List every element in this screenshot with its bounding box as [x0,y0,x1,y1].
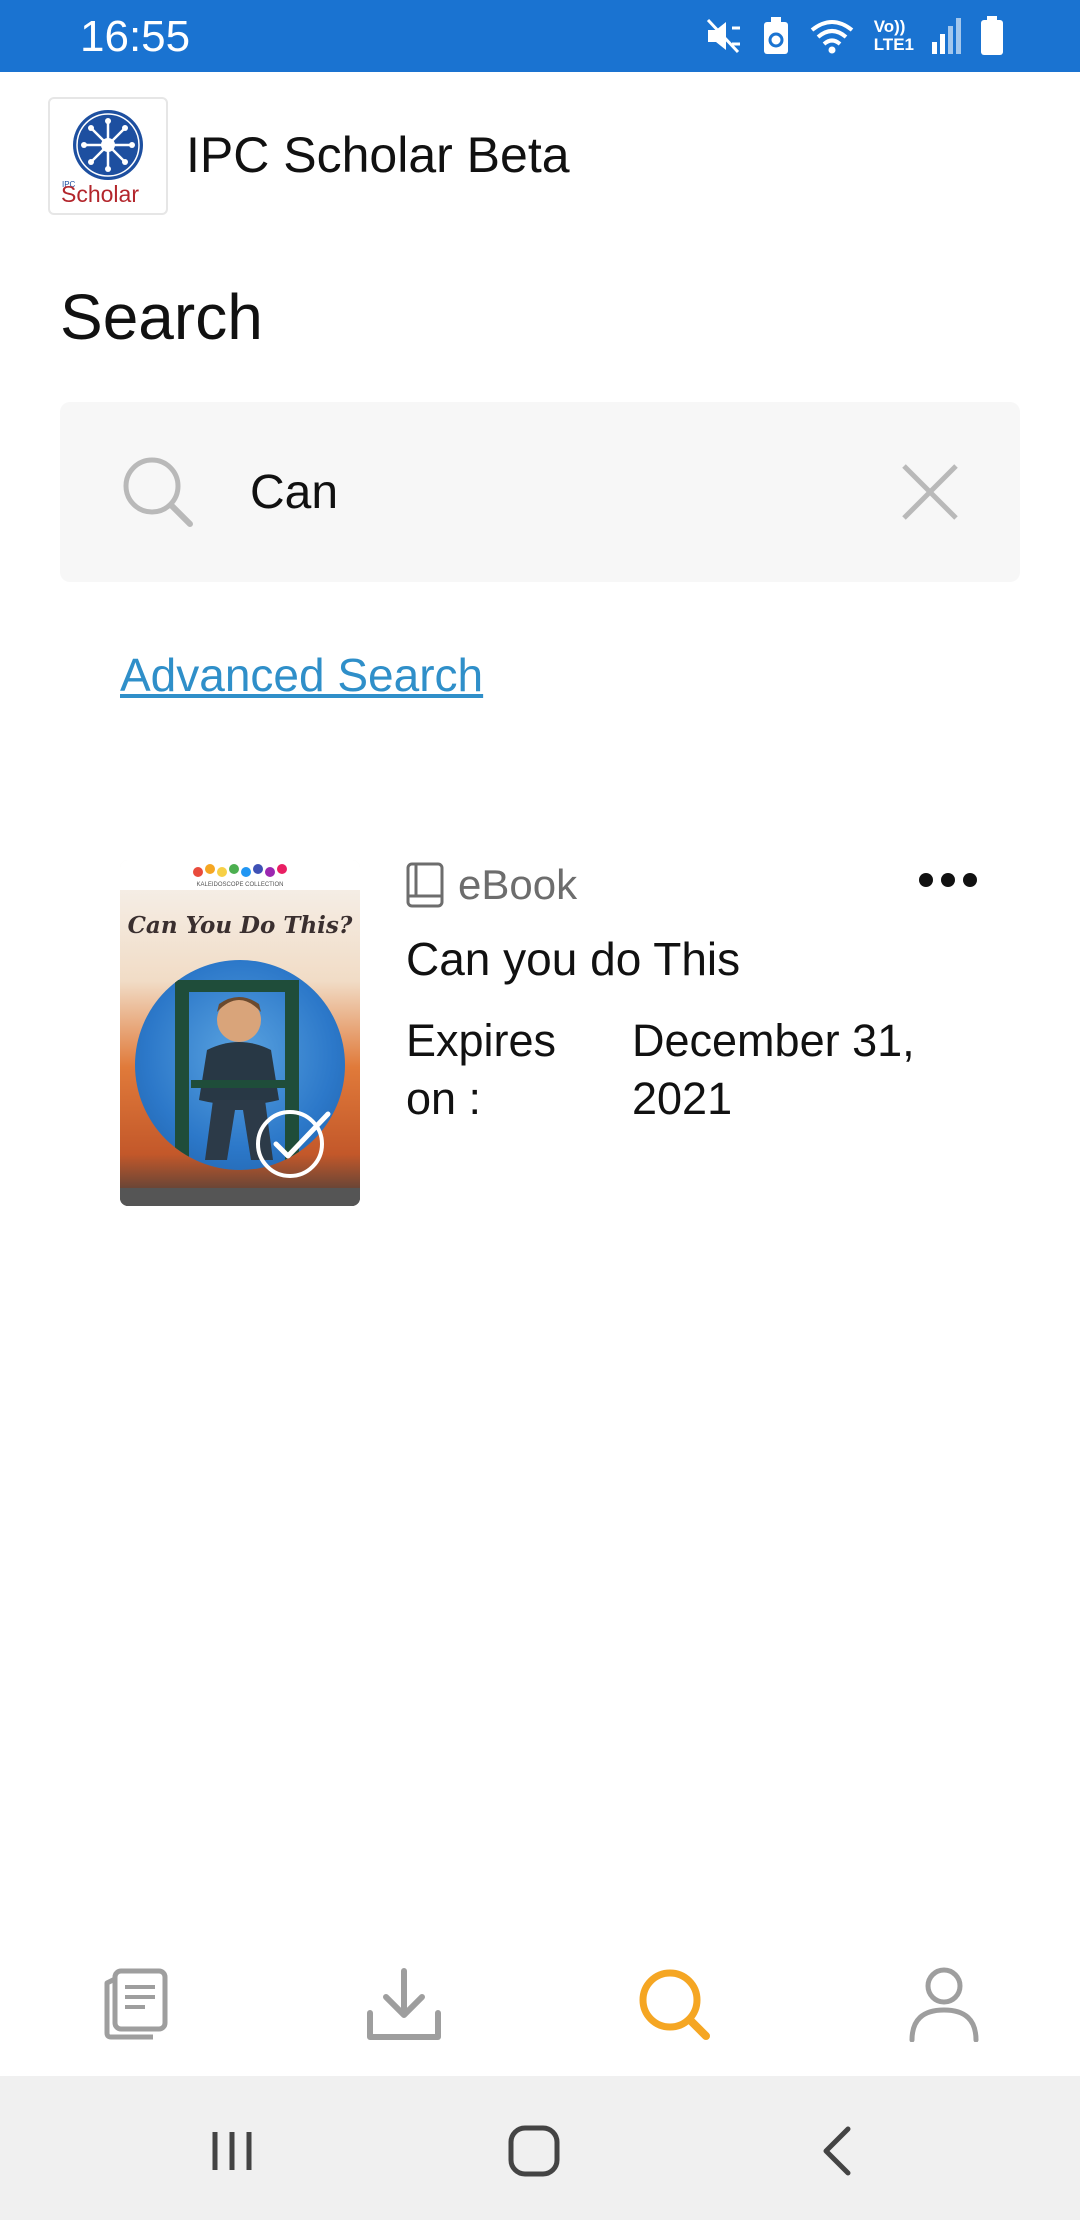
check-circle-icon [256,1110,331,1178]
search-input[interactable] [250,452,890,532]
home-button[interactable] [494,2116,574,2186]
status-bar: 16:55 Vo)) LTE1 [0,0,1080,72]
advanced-search-link[interactable]: Advanced Search [120,648,483,702]
battery-icon [981,16,1003,55]
recent-apps-icon [212,2132,252,2170]
close-icon[interactable] [900,462,960,522]
mute-icon [706,18,740,54]
app-header: IPC Scholar IPC Scholar Beta [0,72,1080,242]
nav-library[interactable] [76,1954,196,2054]
logo-text: Scholar [61,181,139,207]
cover-title: Can You Do This? [127,912,353,939]
library-icon [104,1968,168,2040]
expires-label: Expires on : [406,1015,557,1124]
signal-icon [932,18,961,54]
recent-apps-button[interactable] [192,2116,272,2186]
page-title: Search [60,281,263,353]
search-icon [639,1969,710,2040]
lte-indicator: Vo)) LTE1 [874,18,914,54]
nav-profile[interactable] [884,1954,1004,2054]
item-type-label: eBook [458,861,578,908]
bottom-nav [0,1940,1080,2076]
cover-footer [120,1188,360,1206]
book-cover[interactable]: KALEIDOSCOPE COLLECTION Can You Do This? [120,860,360,1206]
nav-downloads[interactable] [344,1954,464,2054]
cover-caption: KALEIDOSCOPE COLLECTION [196,882,284,888]
profile-icon [909,1967,979,2042]
app-title: IPC Scholar Beta [186,127,570,183]
item-type: eBook [406,860,577,910]
result-card[interactable]: KALEIDOSCOPE COLLECTION Can You Do This? [120,860,980,1210]
wifi-icon [810,20,853,54]
back-button[interactable] [796,2116,876,2186]
lte-label: LTE1 [873,35,914,54]
book-title[interactable]: Can you do This [406,932,740,986]
download-icon [367,1968,441,2040]
status-time: 16:55 [80,12,191,61]
back-icon [823,2126,851,2176]
expires-date: December 31, 2021 [632,1015,915,1124]
volte-label: Vo)) [873,17,906,36]
app-logo: IPC Scholar [48,97,168,215]
logo-emblem: IPC Scholar [61,110,143,207]
battery-saver-icon [763,17,788,54]
book-icon [406,862,444,908]
search-icon [123,457,193,527]
system-nav [0,2076,1080,2220]
more-options-icon[interactable] [916,868,980,892]
nav-search[interactable] [614,1954,734,2054]
status-icons: Vo)) LTE1 [704,14,1004,58]
search-box [60,402,1020,582]
home-icon [508,2125,560,2177]
